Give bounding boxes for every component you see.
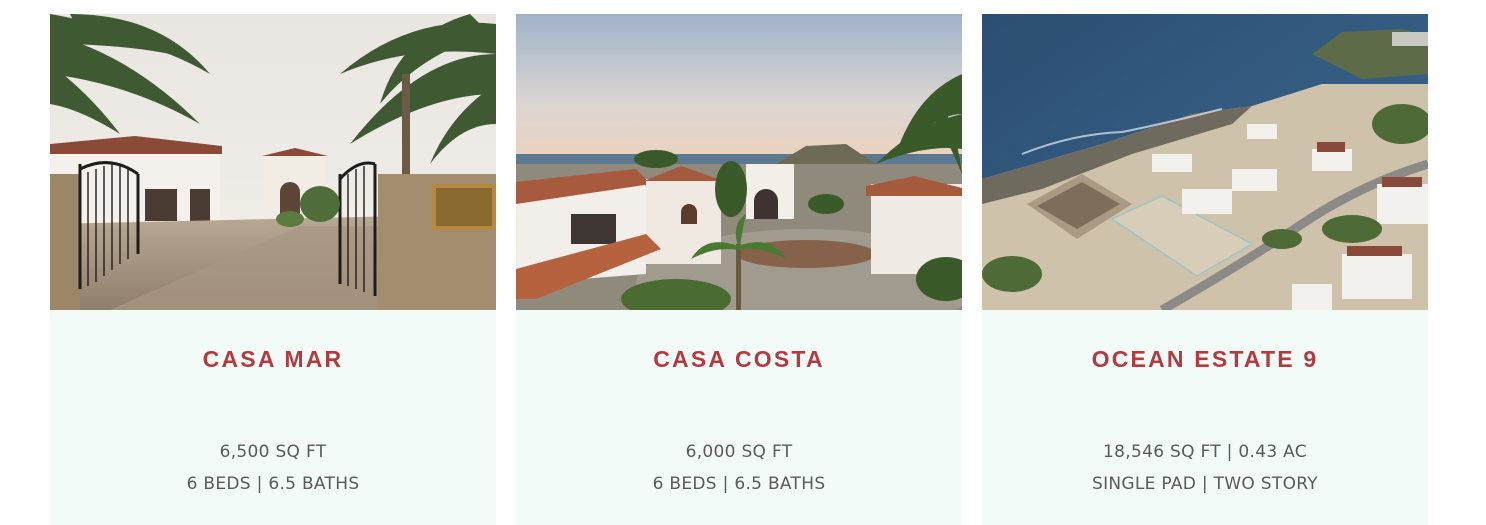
listing-rooms: 6 BEDS | 6.5 BATHS [652, 474, 826, 494]
listing-photo-casa-mar[interactable] [50, 14, 496, 310]
aerial-coast-photo [982, 14, 1428, 310]
listing-rooms: SINGLE PAD | TWO STORY [1092, 474, 1318, 494]
listing-rooms: 6 BEDS | 6.5 BATHS [186, 474, 360, 494]
listing-info: CASA COSTA 6,000 SQ FT 6 BEDS | 6.5 BATH… [516, 310, 962, 525]
listing-size: 6,500 SQ FT [219, 442, 327, 462]
listing-specs: 6,000 SQ FT 6 BEDS | 6.5 BATHS [516, 436, 962, 500]
listing-title[interactable]: CASA COSTA [516, 346, 962, 373]
listing-size: 18,546 SQ FT | 0.43 AC [1103, 442, 1307, 462]
listing-grid: CASA MAR 6,500 SQ FT 6 BEDS | 6.5 BATHS [50, 14, 1428, 525]
listing-card-casa-mar[interactable]: CASA MAR 6,500 SQ FT 6 BEDS | 6.5 BATHS [50, 14, 496, 525]
listing-title[interactable]: OCEAN ESTATE 9 [982, 346, 1428, 373]
listing-card-casa-costa[interactable]: CASA COSTA 6,000 SQ FT 6 BEDS | 6.5 BATH… [516, 14, 962, 525]
listing-card-ocean-estate-9[interactable]: OCEAN ESTATE 9 18,546 SQ FT | 0.43 AC SI… [982, 14, 1428, 525]
listing-photo-casa-costa[interactable] [516, 14, 962, 310]
villa-courtyard-photo [516, 14, 962, 310]
listing-title[interactable]: CASA MAR [50, 346, 496, 373]
listing-specs: 6,500 SQ FT 6 BEDS | 6.5 BATHS [50, 436, 496, 500]
listing-photo-ocean-estate-9[interactable] [982, 14, 1428, 310]
villa-gate-photo [50, 14, 496, 310]
listing-specs: 18,546 SQ FT | 0.43 AC SINGLE PAD | TWO … [982, 436, 1428, 500]
listing-info: CASA MAR 6,500 SQ FT 6 BEDS | 6.5 BATHS [50, 310, 496, 525]
listing-size: 6,000 SQ FT [685, 442, 793, 462]
listing-info: OCEAN ESTATE 9 18,546 SQ FT | 0.43 AC SI… [982, 310, 1428, 525]
